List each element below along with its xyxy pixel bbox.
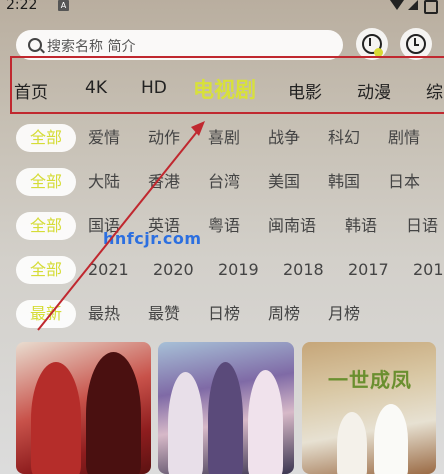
search-icon — [28, 38, 42, 52]
search-placeholder: 搜索名称 简介 — [47, 39, 136, 55]
filter-chip-selected[interactable]: 全部 — [16, 212, 77, 240]
filter-chip[interactable]: 韩语 — [345, 212, 377, 240]
filter-chip[interactable]: 闽南语 — [268, 212, 316, 240]
poster-figure — [337, 412, 367, 474]
poster-card[interactable] — [158, 342, 294, 474]
filter-row-year: 全部 2021 2020 2019 2018 2017 201 — [0, 256, 444, 286]
filter-chip[interactable]: 台湾 — [208, 168, 240, 196]
filter-chip[interactable]: 2019 — [218, 256, 259, 284]
filter-chip-selected[interactable]: 全部 — [16, 256, 77, 284]
tab-home[interactable]: 首页 — [14, 78, 48, 103]
filter-chip[interactable]: 香港 — [148, 168, 180, 196]
filter-chip[interactable]: 科幻 — [328, 124, 360, 152]
tab-hd[interactable]: HD — [141, 78, 167, 98]
filter-chip[interactable]: 动作 — [148, 124, 180, 152]
tab-movies[interactable]: 电影 — [288, 78, 322, 103]
poster-figure — [31, 362, 81, 474]
filter-chip[interactable]: 战争 — [268, 124, 300, 152]
battery-icon — [424, 0, 438, 14]
tab-anime[interactable]: 动漫 — [357, 78, 391, 103]
poster-title: 一世成凤 — [328, 368, 412, 392]
watermark: hnfcjr.com — [103, 229, 202, 248]
filter-chip[interactable]: 剧情 — [388, 124, 420, 152]
filter-chip[interactable]: 韩国 — [328, 168, 360, 196]
filter-chip[interactable]: 201 — [413, 256, 444, 284]
filter-chip[interactable]: 2020 — [153, 256, 194, 284]
filter-chip[interactable]: 2018 — [283, 256, 324, 284]
poster-figure — [86, 352, 141, 474]
filter-row-genre: 全部 爱情 动作 喜剧 战争 科幻 剧情 — [0, 124, 444, 154]
filter-row-region: 全部 大陆 香港 台湾 美国 韩国 日本 — [0, 168, 444, 198]
filter-chip[interactable]: 最赞 — [148, 300, 180, 328]
filter-chip[interactable]: 大陆 — [88, 168, 120, 196]
wifi-icon — [390, 0, 404, 10]
notification-badge: A — [58, 0, 69, 11]
status-time: 2:22 — [6, 0, 38, 13]
filter-chip[interactable]: 周榜 — [268, 300, 300, 328]
filter-chip[interactable]: 美国 — [268, 168, 300, 196]
tab-tv-series[interactable]: 电视剧 — [193, 74, 256, 104]
filter-chip[interactable]: 日本 — [388, 168, 420, 196]
filter-chip[interactable]: 日榜 — [208, 300, 240, 328]
filter-chip[interactable]: 最热 — [88, 300, 120, 328]
history-hand-2 — [414, 44, 419, 46]
status-bar: 2:22 A — [0, 0, 444, 16]
tab-4k[interactable]: 4K — [85, 78, 107, 98]
filter-chip[interactable]: 2017 — [348, 256, 389, 284]
download-arrow — [369, 38, 371, 46]
poster-figure — [208, 362, 243, 474]
tab-variety[interactable]: 综 — [426, 78, 443, 103]
filter-chip-selected[interactable]: 全部 — [16, 168, 77, 196]
poster-card[interactable] — [16, 342, 151, 474]
filter-chip[interactable]: 月榜 — [328, 300, 360, 328]
poster-figure — [374, 404, 408, 474]
filter-chip[interactable]: 2021 — [88, 256, 129, 284]
filter-chip-selected[interactable]: 最新 — [16, 300, 77, 328]
filter-chip[interactable]: 喜剧 — [208, 124, 240, 152]
poster-figure — [248, 370, 283, 474]
filter-chip-selected[interactable]: 全部 — [16, 124, 77, 152]
poster-card[interactable]: 一世成凤 — [302, 342, 436, 474]
signal-icon — [408, 0, 418, 10]
filter-row-language: 全部 国语 英语 粤语 闽南语 韩语 日语 — [0, 212, 444, 242]
filter-chip[interactable]: 日语 — [406, 212, 438, 240]
poster-figure — [168, 372, 203, 474]
filter-chip[interactable]: 粤语 — [208, 212, 240, 240]
filter-row-sort: 最新 最热 最赞 日榜 周榜 月榜 — [0, 300, 444, 330]
filter-chip[interactable]: 爱情 — [88, 124, 120, 152]
